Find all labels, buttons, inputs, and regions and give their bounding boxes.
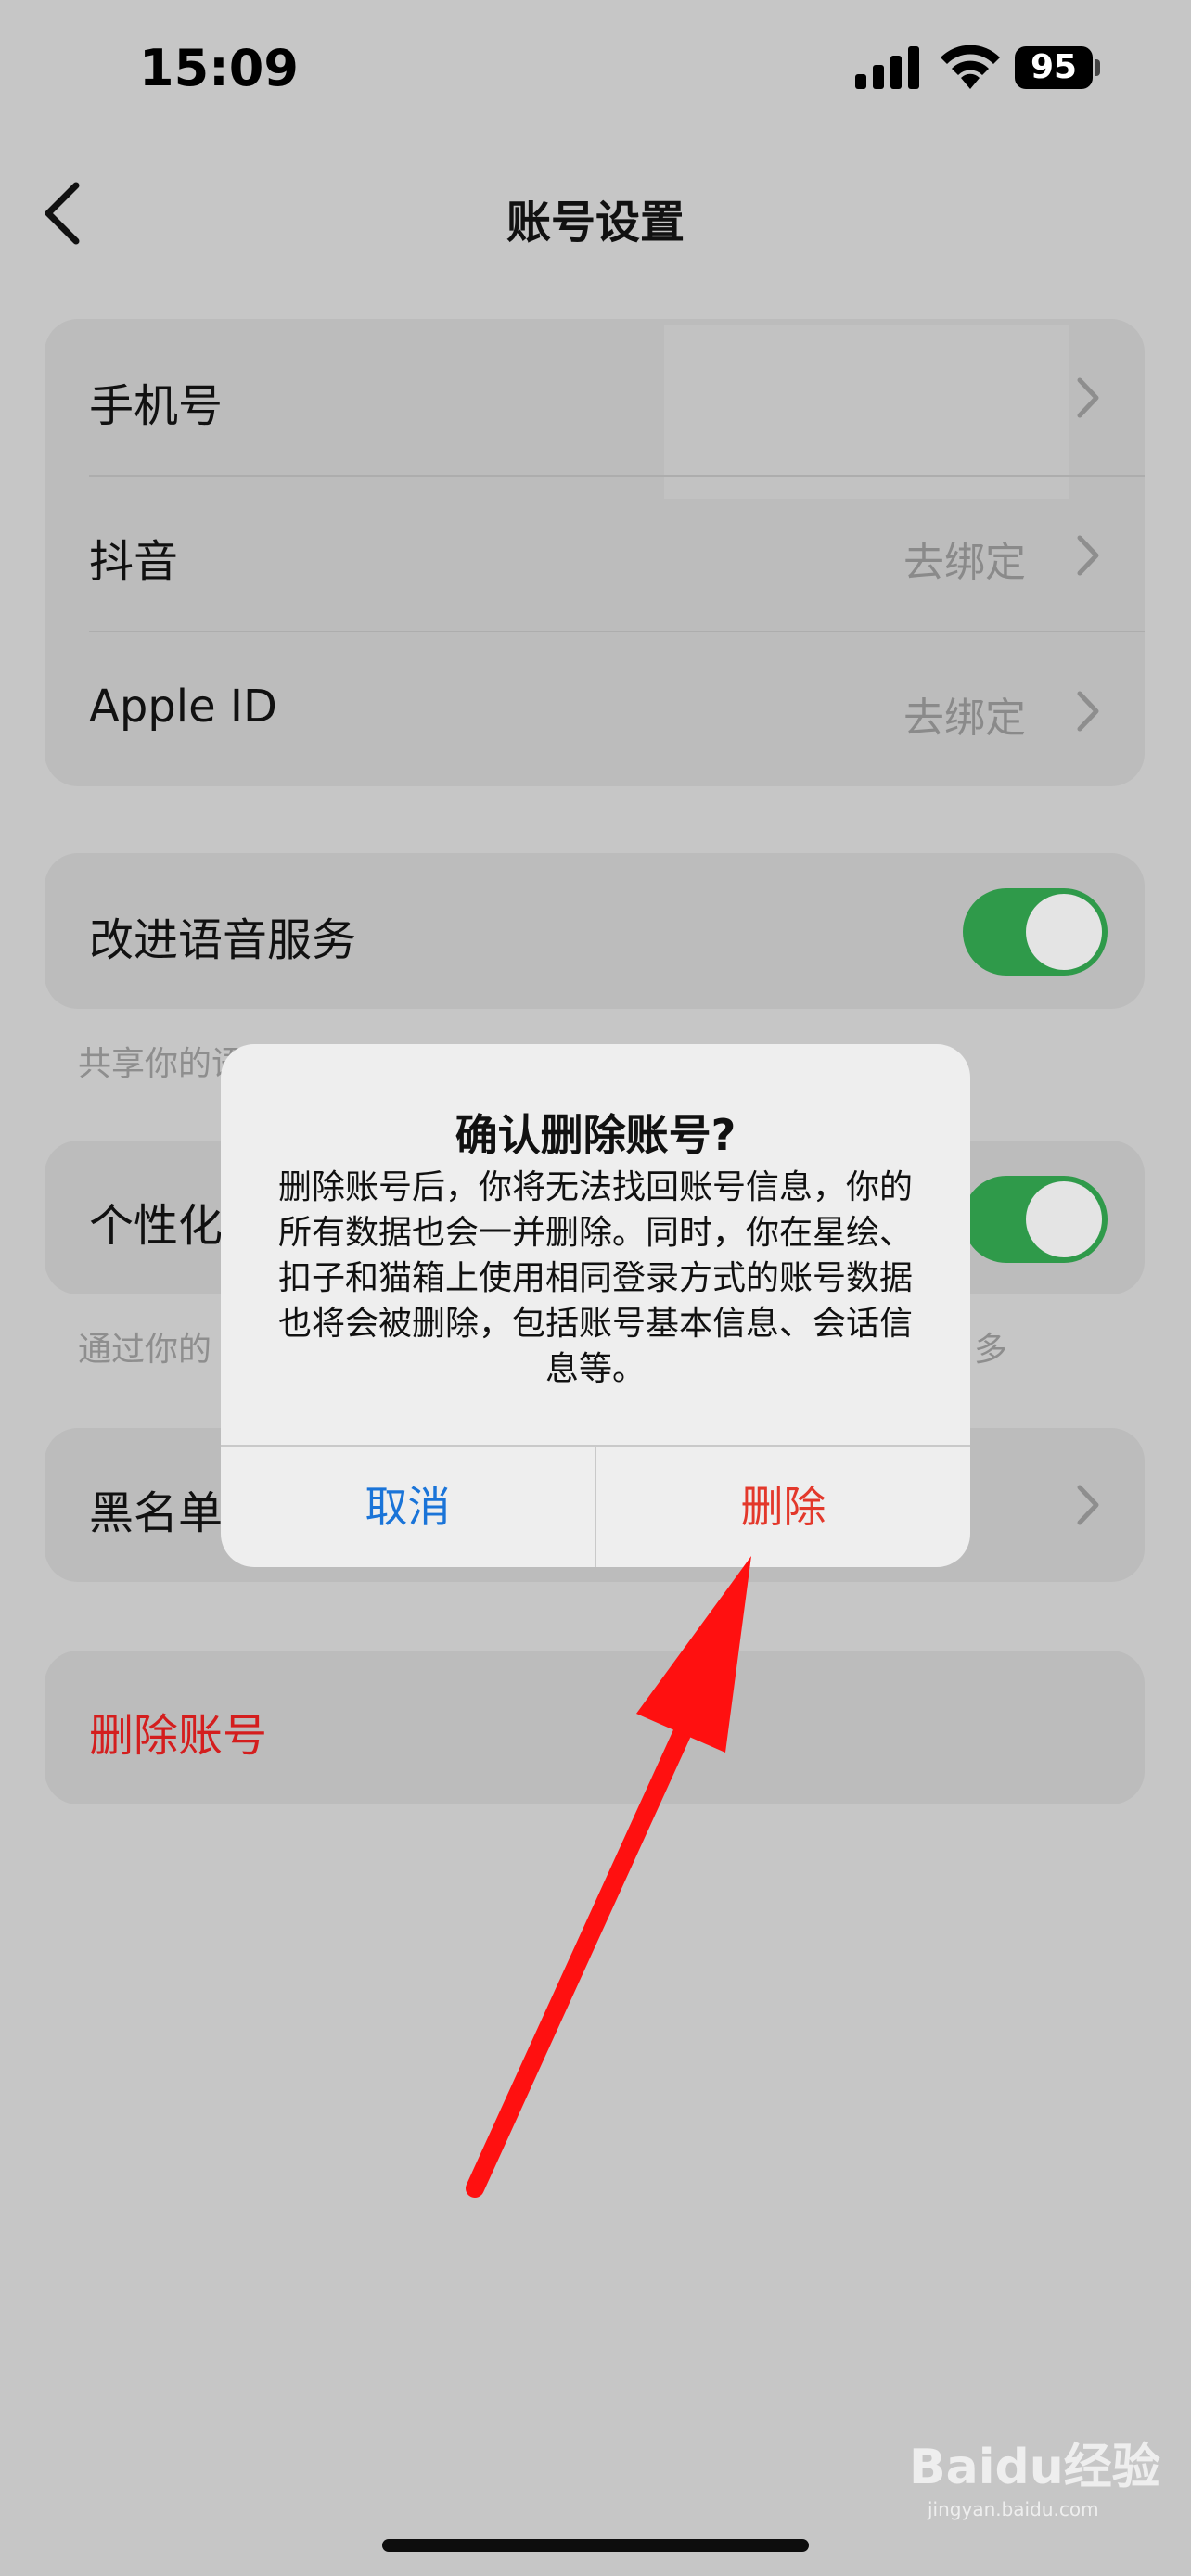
douyin-label: 抖音	[89, 536, 179, 588]
phone-chevron-icon	[1077, 377, 1099, 418]
dialog-message: 删除账号后，你将无法找回账号信息，你的所有数据也会一并删除。同时，你在星绘、扣子…	[277, 1168, 913, 1388]
phone-number-blurred	[664, 325, 1069, 499]
page-title: 账号设置	[506, 197, 685, 249]
personalization-footnote-tail: 多	[974, 1331, 1008, 1369]
delete-account-label: 删除账号	[89, 1710, 268, 1762]
personalization-footnote: 通过你的	[78, 1331, 212, 1369]
battery-tip	[1095, 59, 1100, 76]
douyin-bind-value: 去绑定	[903, 539, 1026, 586]
phone-label: 手机号	[89, 380, 224, 432]
blacklist-chevron-icon	[1077, 1485, 1099, 1525]
apple-id-bind-value: 去绑定	[903, 695, 1026, 742]
annotation-arrow-icon	[466, 1556, 751, 2198]
personalization-toggle[interactable]	[963, 1176, 1108, 1263]
home-indicator	[382, 2539, 809, 2552]
blacklist-label: 黑名单	[89, 1487, 224, 1539]
toggle-knob	[1026, 894, 1102, 970]
toggle-knob	[1026, 1181, 1102, 1257]
apple-id-chevron-icon	[1077, 691, 1099, 732]
dialog-title: 确认删除账号?	[455, 1110, 736, 1160]
apple-id-label: Apple ID	[89, 681, 278, 733]
baidu-watermark: Baidu经验	[909, 2440, 1160, 2495]
status-time: 15:09	[139, 39, 299, 97]
wifi-icon	[941, 45, 1000, 89]
cellular-signal-icon	[855, 46, 919, 89]
confirm-delete-dialog: 确认删除账号? 删除账号后，你将无法找回账号信息，你的所有数据也会一并删除。同时…	[221, 1044, 970, 1567]
battery-icon: 95	[1015, 46, 1093, 89]
baidu-watermark-url: jingyan.baidu.com	[928, 2498, 1099, 2520]
voice-service-toggle[interactable]	[963, 888, 1108, 976]
voice-service-label: 改进语音服务	[89, 914, 357, 966]
douyin-chevron-icon	[1077, 535, 1099, 576]
personalization-label: 个性化	[89, 1200, 224, 1252]
